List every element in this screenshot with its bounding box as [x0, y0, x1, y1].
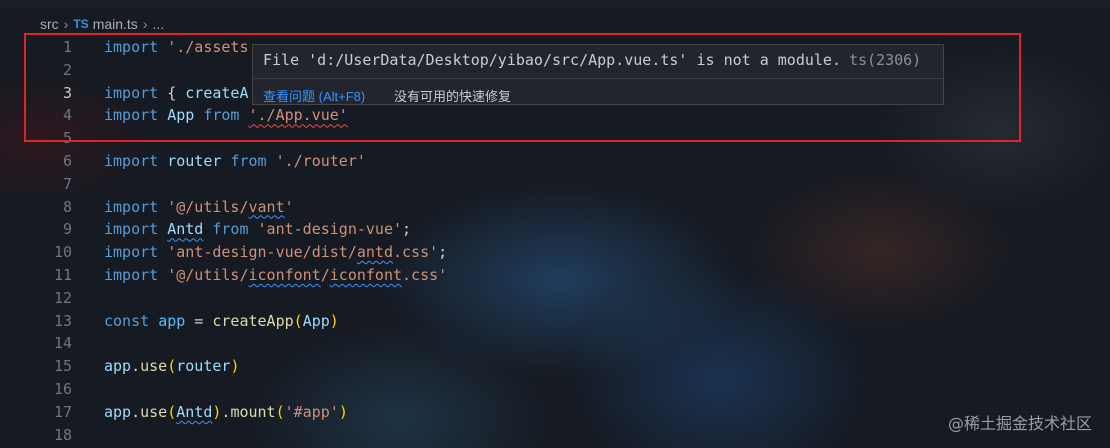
breadcrumb-file[interactable]: main.ts — [93, 16, 138, 32]
code-token: vant — [248, 197, 285, 216]
code-text[interactable]: import router from './router' — [104, 150, 366, 173]
code-token: './router' — [275, 152, 366, 170]
code-token: ( — [167, 357, 177, 376]
code-token: 'ant-design-vue' — [257, 220, 403, 239]
code-token: antd — [356, 243, 393, 262]
breadcrumb-symbols[interactable]: ... — [152, 16, 164, 32]
line-number: 6 — [62, 152, 72, 170]
code-token: . — [131, 357, 141, 376]
line-number: 11 — [53, 266, 72, 284]
code-token: Antd — [167, 220, 204, 239]
code-token: mount — [230, 402, 276, 421]
line-number: 15 — [53, 357, 72, 376]
code-token: App — [302, 311, 330, 330]
code-token: ; — [402, 220, 412, 239]
code-text[interactable]: import 'ant-design-vue/dist/antd.css'; — [104, 241, 447, 264]
code-text[interactable]: app.use(Antd).mount('#app') — [104, 401, 348, 424]
code-token: app — [158, 311, 186, 330]
breadcrumb-folder[interactable]: src — [40, 16, 59, 32]
code-token: 'ant-design-vue/dist/ — [167, 243, 357, 262]
code-token: ) — [329, 311, 339, 330]
annotation-highlight-box — [24, 33, 1021, 142]
code-token: . — [131, 402, 141, 421]
code-token: .css' — [393, 243, 439, 262]
code-token: ; — [438, 243, 448, 262]
line-number: 17 — [53, 402, 72, 421]
code-token: iconfont — [248, 266, 321, 284]
code-token: router — [167, 152, 222, 170]
code-token: createApp — [212, 311, 294, 330]
code-token: '@/utils/ — [167, 197, 249, 216]
typescript-icon: TS — [73, 17, 89, 31]
code-token: ( — [275, 402, 285, 421]
watermark: @稀土掘金技术社区 — [947, 414, 1092, 433]
code-token: import — [104, 266, 159, 284]
line-number: 12 — [53, 288, 72, 307]
code-text[interactable]: import '@/utils/iconfont/iconfont.css' — [104, 264, 447, 287]
code-token: ( — [293, 311, 303, 330]
line-number: 14 — [53, 334, 72, 353]
code-token: ( — [167, 402, 177, 421]
line-number: 13 — [53, 311, 72, 330]
code-token: ' — [284, 197, 294, 216]
chevron-right-icon: › — [63, 16, 69, 32]
code-text[interactable]: const app = createApp(App) — [104, 310, 339, 333]
code-token: iconfont — [329, 266, 403, 284]
code-token: use — [140, 357, 168, 376]
code-token: / — [320, 266, 330, 284]
line-number: 18 — [53, 425, 72, 444]
code-token: from — [230, 152, 267, 170]
code-token: const — [104, 311, 150, 330]
code-token: .css' — [402, 266, 448, 284]
code-token: '@/utils/ — [167, 266, 249, 284]
chevron-right-icon: › — [142, 16, 148, 32]
code-token: = — [185, 311, 213, 330]
code-token: ) — [230, 357, 240, 376]
code-text[interactable]: app.use(router) — [104, 355, 239, 378]
code-token: app — [104, 357, 132, 376]
line-number: 9 — [62, 220, 72, 239]
code-token: import — [104, 243, 159, 262]
code-token: ) — [338, 402, 348, 421]
editor-tab-strip — [0, 0, 1110, 8]
code-token: app — [104, 402, 132, 421]
line-number: 10 — [53, 243, 72, 262]
code-token: router — [176, 357, 231, 376]
line-number: 8 — [62, 197, 72, 216]
line-number: 7 — [62, 174, 72, 193]
code-text[interactable]: import '@/utils/vant' — [104, 196, 294, 219]
line-number: 16 — [53, 380, 72, 398]
code-token: import — [104, 197, 159, 216]
code-token: Antd — [176, 402, 213, 421]
code-token: import — [104, 152, 159, 170]
code-token: import — [104, 220, 159, 239]
code-token: '#app' — [284, 402, 339, 421]
breadcrumb: src › TS main.ts › ... — [40, 14, 164, 34]
code-token: use — [140, 402, 168, 421]
code-token: from — [212, 220, 249, 239]
code-text[interactable]: import Antd from 'ant-design-vue'; — [104, 218, 411, 241]
